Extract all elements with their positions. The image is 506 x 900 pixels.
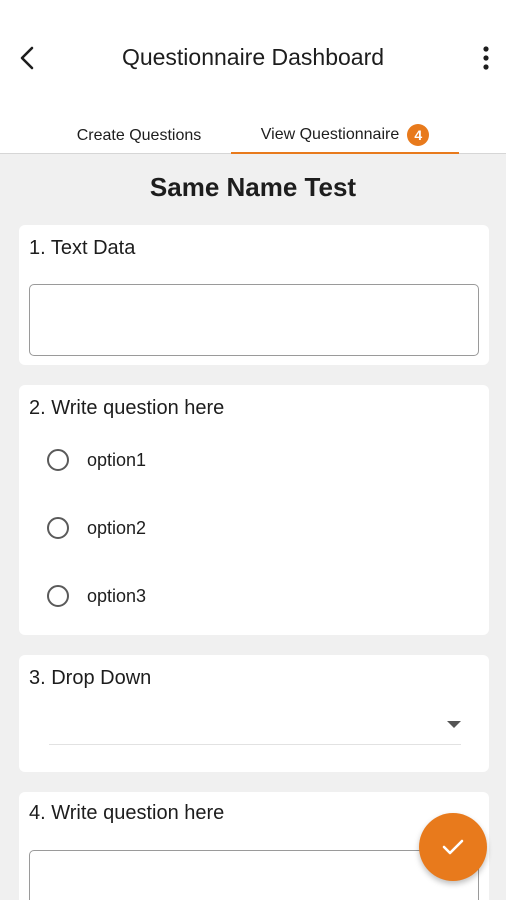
- tab-create-questions[interactable]: Create Questions: [50, 118, 228, 154]
- question-card: 1. Text Data: [19, 225, 489, 365]
- text-answer-input[interactable]: [29, 850, 479, 900]
- more-vert-icon: [483, 46, 489, 70]
- question-label: 3. Drop Down: [29, 667, 152, 689]
- question-label: 1. Text Data: [29, 237, 136, 259]
- tab-label: View Questionnaire: [260, 126, 400, 143]
- page-title: Questionnaire Dashboard: [121, 44, 385, 70]
- tab-bar: Create Questions View Questionnaire 4: [0, 118, 506, 154]
- radio-unchecked-icon: [47, 449, 69, 471]
- radio-option[interactable]: option2: [47, 513, 146, 543]
- question-card: 3. Drop Down: [19, 655, 489, 772]
- question-label: 2. Write question here: [29, 397, 225, 419]
- overflow-menu-button[interactable]: [470, 40, 502, 76]
- radio-option-label: option3: [87, 585, 147, 606]
- radio-unchecked-icon: [47, 585, 69, 607]
- app-bar: Questionnaire Dashboard: [0, 0, 506, 118]
- radio-option-label: option1: [87, 449, 147, 470]
- tab-view-questionnaire[interactable]: View Questionnaire 4: [231, 118, 459, 154]
- question-count-badge: 4: [407, 124, 430, 146]
- dropdown-arrow-icon: [447, 721, 461, 728]
- radio-option[interactable]: option3: [47, 581, 146, 611]
- question-label: 4. Write question here: [29, 802, 225, 824]
- questionnaire-name: Same Name Test: [149, 172, 357, 202]
- question-card: 2. Write question here option1 option2 o…: [19, 385, 489, 635]
- check-icon: [442, 839, 464, 855]
- radio-unchecked-icon: [47, 517, 69, 539]
- tab-label: Create Questions: [76, 127, 202, 144]
- submit-fab-button[interactable]: [419, 813, 487, 881]
- text-answer-input[interactable]: [29, 284, 479, 356]
- radio-option[interactable]: option1: [47, 445, 146, 475]
- radio-option-label: option2: [87, 517, 147, 538]
- dropdown-select[interactable]: [49, 705, 461, 745]
